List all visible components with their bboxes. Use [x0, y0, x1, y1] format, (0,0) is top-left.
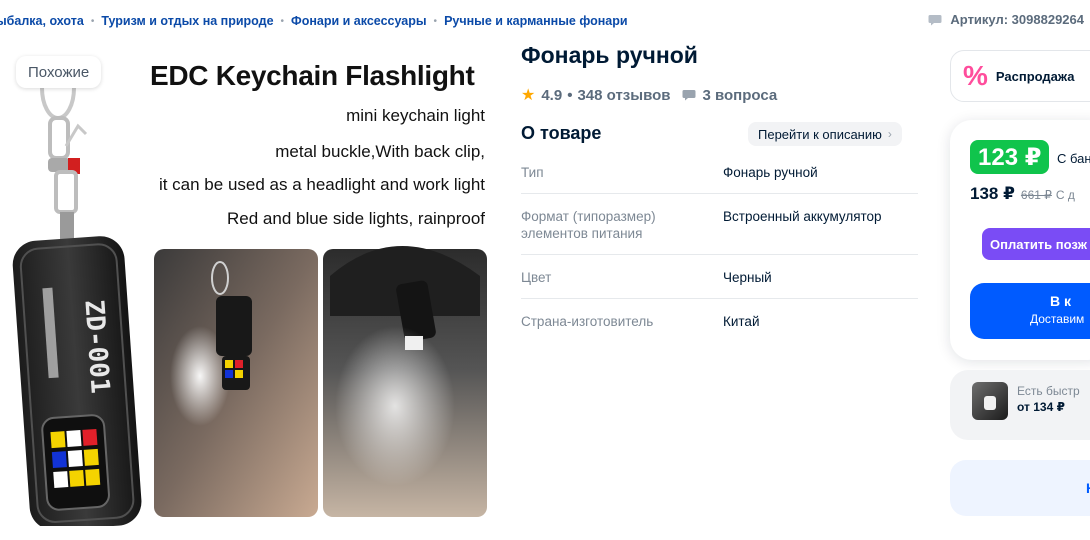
secondary-action-button[interactable]: Н — [950, 460, 1090, 516]
price-note: С д — [1055, 188, 1075, 202]
secondary-action-label: Н — [1086, 480, 1090, 496]
breadcrumb: ыбалка, охота • Туризм и отдых на природ… — [0, 12, 628, 30]
about-title: О товаре — [521, 123, 602, 143]
fast-delivery-price: от 134 ₽ — [1017, 400, 1065, 414]
question-icon — [682, 90, 696, 101]
chevron-right-icon: › — [887, 127, 892, 141]
spec-key: Тип — [521, 165, 544, 180]
article-number[interactable]: Артикул: 3098829264 — [928, 12, 1084, 27]
spec-table: Тип Фонарь ручной Формат (типоразмер) эл… — [521, 150, 918, 342]
breadcrumb-item[interactable]: ыбалка, охота — [0, 14, 84, 28]
fast-delivery-card[interactable]: Есть быстр от 134 ₽ — [950, 370, 1090, 440]
spec-row: Страна-изготовитель Китай — [521, 299, 918, 342]
chat-icon — [928, 14, 942, 25]
breadcrumb-item[interactable]: Фонари и аксессуары — [291, 14, 427, 28]
promo-title: EDC Keychain Flashlight — [150, 60, 475, 91]
promo-line: mini keychain light — [346, 106, 485, 125]
dot-separator: • — [567, 86, 573, 104]
similar-button[interactable]: Похожие — [16, 56, 102, 88]
breadcrumb-separator: • — [90, 15, 95, 27]
goto-description-label: Перейти к описанию — [758, 126, 882, 142]
star-icon: ★ — [521, 87, 536, 104]
promo-line: Red and blue side lights, rainproof — [227, 209, 485, 228]
spec-key: Формат (типоразмер) элементов питания — [521, 209, 656, 241]
regular-price: 138 ₽ — [970, 184, 1015, 203]
spec-key: Страна-изготовитель — [521, 314, 654, 329]
spec-row: Формат (типоразмер) элементов питания Вс… — [521, 194, 918, 255]
add-to-cart-button[interactable]: В к Доставим — [970, 283, 1090, 339]
reviews-link[interactable]: 348 отзывов — [577, 87, 670, 104]
promo-line: it can be used as a headlight and work l… — [158, 175, 485, 194]
spec-value: Черный — [723, 270, 772, 285]
breadcrumb-separator: • — [433, 15, 438, 27]
spec-value: Китай — [723, 314, 760, 329]
promo-line: metal buckle,With back clip, — [275, 142, 485, 161]
sale-label: Распродажа — [995, 68, 1075, 84]
breadcrumb-item[interactable]: Туризм и отдых на природе — [101, 14, 273, 28]
card-price: 123 ₽ — [970, 140, 1050, 174]
goto-description-button[interactable]: Перейти к описанию › — [748, 122, 902, 146]
spec-value: Встроенный аккумулятор — [723, 209, 882, 224]
questions-link[interactable]: 3 вопроса — [702, 87, 777, 104]
product-title: Фонарь ручной — [521, 42, 698, 68]
spec-key: Цвет — [521, 270, 552, 285]
breadcrumb-item[interactable]: Ручные и карманные фонари — [444, 14, 628, 28]
percent-icon: % — [963, 60, 988, 91]
buy-card: 123 ₽ С бан 138 ₽ 661 ₽ С д Оплатить поз… — [950, 120, 1090, 360]
card-price-note: С бан — [1057, 151, 1090, 166]
spec-row: Тип Фонарь ручной — [521, 150, 918, 194]
breadcrumb-separator: • — [280, 15, 285, 27]
rating-value: 4.9 — [541, 86, 563, 104]
spec-value: Фонарь ручной — [723, 165, 818, 180]
fast-delivery-text: Есть быстр — [1017, 384, 1080, 398]
old-price: 661 ₽ — [1020, 188, 1052, 202]
product-thumbnail — [972, 382, 1008, 420]
price-row: 138 ₽ 661 ₽ С д — [970, 184, 1075, 204]
pay-later-button[interactable]: Оплатить позж — [982, 228, 1090, 260]
add-to-cart-label: В к — [1050, 293, 1072, 309]
spec-row: Цвет Черный — [521, 255, 918, 299]
sale-button[interactable]: % Распродажа — [950, 50, 1090, 102]
rating-row[interactable]: ★ 4.9 • 348 отзывов 3 вопроса — [521, 85, 777, 105]
delivery-label: Доставим — [1030, 312, 1085, 326]
article-text: Артикул: 3098829264 — [950, 12, 1084, 27]
